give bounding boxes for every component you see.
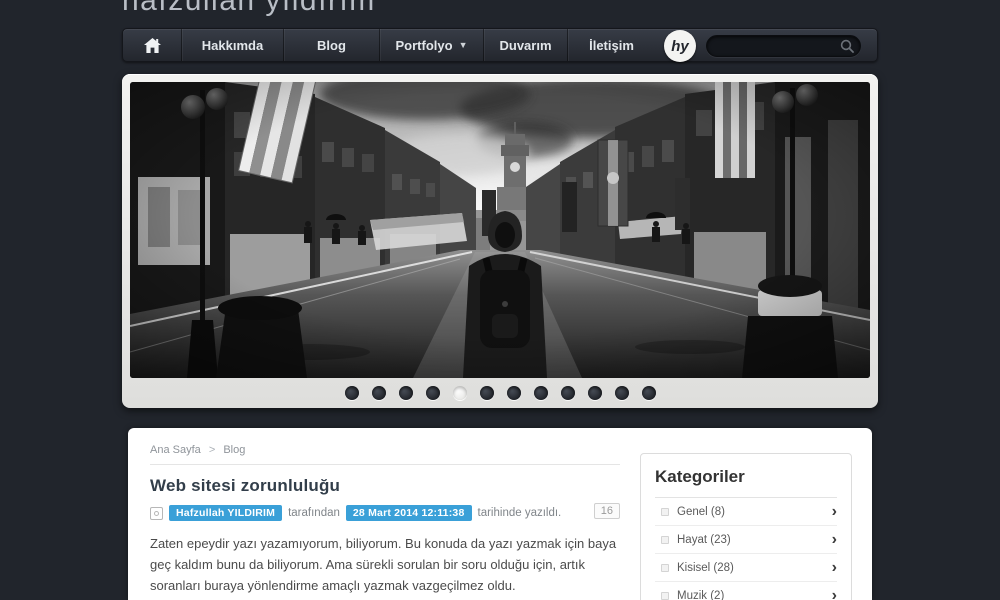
category-label: Hayat (23) <box>677 534 832 546</box>
breadcrumb: Ana Sayfa > Blog <box>150 444 245 456</box>
category-icon <box>661 592 669 600</box>
post: Web sitesi zorunluluğu Hafzullah YILDIRI… <box>150 476 620 600</box>
search-icon[interactable] <box>840 39 854 53</box>
chevron-down-icon: ▼ <box>459 40 468 50</box>
slider-dot-10[interactable] <box>588 386 602 400</box>
search-input[interactable] <box>706 35 861 57</box>
nav-item-iletisim[interactable]: İletişim <box>567 29 655 61</box>
date-badge[interactable]: 28 Mart 2014 12:11:38 <box>346 505 472 521</box>
breadcrumb-divider <box>150 464 620 465</box>
category-item-genel[interactable]: Genel (8) › <box>655 498 837 526</box>
slider-dots <box>130 378 870 408</box>
category-label: Muzik (2) <box>677 590 832 600</box>
site-title: hafzullah yıldırım <box>122 0 376 18</box>
home-icon <box>144 38 161 53</box>
category-icon <box>661 564 669 572</box>
nav-item-duvarim[interactable]: Duvarım <box>483 29 567 61</box>
slider-photo[interactable] <box>130 82 870 378</box>
chevron-right-icon: › <box>832 504 837 520</box>
category-item-kisisel[interactable]: Kisisel (28) › <box>655 554 837 582</box>
nav-item-label: Duvarım <box>499 38 551 53</box>
chevron-right-icon: › <box>832 532 837 548</box>
author-badge[interactable]: Hafzullah YILDIRIM <box>169 505 282 521</box>
slider-dot-1[interactable] <box>345 386 359 400</box>
main-nav: Hakkımda Blog Portfolyo ▼ Duvarım İletiş… <box>122 28 878 62</box>
meta-written-text: tarihinde yazıldı. <box>478 507 562 519</box>
slider-dot-3[interactable] <box>399 386 413 400</box>
slider-dot-8[interactable] <box>534 386 548 400</box>
category-item-muzik[interactable]: Muzik (2) › <box>655 582 837 600</box>
nav-item-home[interactable] <box>123 29 181 61</box>
nav-item-hakkimda[interactable]: Hakkımda <box>181 29 283 61</box>
chevron-right-icon: › <box>832 560 837 576</box>
slider-dot-12[interactable] <box>642 386 656 400</box>
slider-dot-7[interactable] <box>507 386 521 400</box>
content-card: Ana Sayfa > Blog Web sitesi zorunluluğu … <box>128 428 872 600</box>
categories-panel: Kategoriler Genel (8) › Hayat (23) › Kis… <box>640 453 852 600</box>
post-meta: Hafzullah YILDIRIM tarafından 28 Mart 20… <box>150 505 620 521</box>
breadcrumb-home[interactable]: Ana Sayfa <box>150 444 201 456</box>
nav-item-label: Hakkımda <box>202 38 263 53</box>
meta-by-text: tarafından <box>288 507 340 519</box>
search-box <box>706 35 861 55</box>
slider-dot-2[interactable] <box>372 386 386 400</box>
nav-item-label: Portfolyo <box>396 38 453 53</box>
author-icon <box>150 507 163 520</box>
slider-dot-11[interactable] <box>615 386 629 400</box>
image-slider <box>122 74 878 408</box>
slider-dot-5[interactable] <box>453 386 467 400</box>
slider-dot-9[interactable] <box>561 386 575 400</box>
post-title[interactable]: Web sitesi zorunluluğu <box>150 476 620 496</box>
category-label: Kisisel (28) <box>677 562 832 574</box>
breadcrumb-blog[interactable]: Blog <box>223 444 245 456</box>
category-item-hayat[interactable]: Hayat (23) › <box>655 526 837 554</box>
post-body: Zaten epeydir yazı yazamıyorum, biliyoru… <box>150 534 620 600</box>
breadcrumb-separator: > <box>209 444 215 456</box>
comment-count-badge[interactable]: 16 <box>594 503 620 519</box>
nav-item-portfolyo[interactable]: Portfolyo ▼ <box>379 29 483 61</box>
chevron-right-icon: › <box>832 588 837 600</box>
site-logo[interactable]: hy <box>664 30 696 62</box>
slider-dot-4[interactable] <box>426 386 440 400</box>
categories-title: Kategoriler <box>655 467 837 498</box>
nav-item-label: İletişim <box>589 38 634 53</box>
category-icon <box>661 536 669 544</box>
category-icon <box>661 508 669 516</box>
nav-item-blog[interactable]: Blog <box>283 29 379 61</box>
category-label: Genel (8) <box>677 506 832 518</box>
slider-dot-6[interactable] <box>480 386 494 400</box>
photo-vignette <box>130 82 870 378</box>
post-paragraph: Zaten epeydir yazı yazamıyorum, biliyoru… <box>150 534 620 596</box>
nav-item-label: Blog <box>317 38 346 53</box>
logo-monogram: hy <box>671 38 689 55</box>
